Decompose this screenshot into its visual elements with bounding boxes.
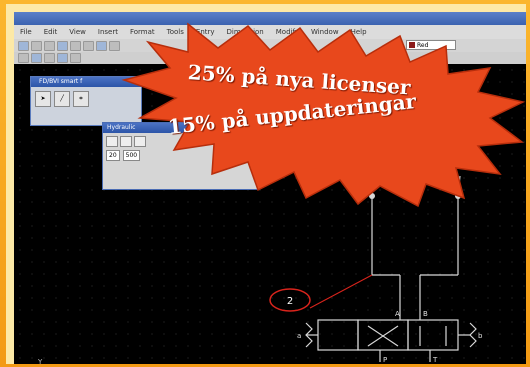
valve-box-left	[317, 319, 359, 351]
spring-right-icon	[469, 322, 477, 348]
valve-box-center	[357, 319, 409, 351]
port-a-label: A	[395, 310, 400, 318]
port-p-label: P	[383, 356, 387, 364]
promo-frame: File Edit View Insert Format Tools Entry…	[0, 0, 530, 367]
balloon-leader	[309, 274, 373, 309]
balloon-number: 2	[287, 296, 293, 307]
valve-box-right	[407, 319, 459, 351]
solenoid-left-label: a	[297, 332, 301, 340]
port-t-label: T	[432, 356, 438, 364]
port-b-label: B	[423, 310, 428, 318]
solenoid-right-label: b	[478, 332, 483, 340]
